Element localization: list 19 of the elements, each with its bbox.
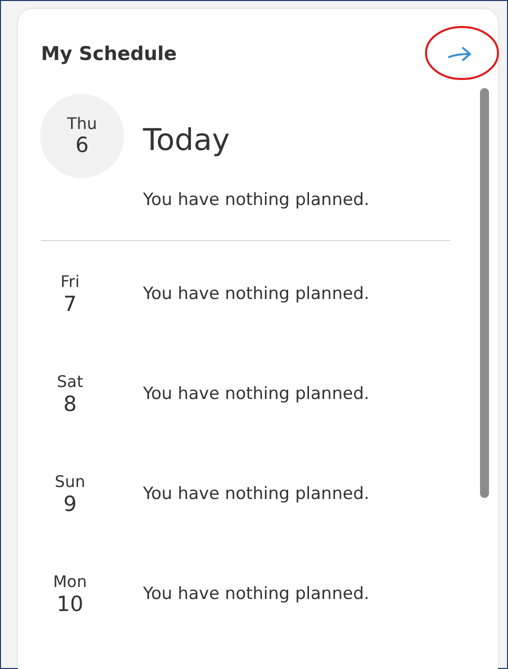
empty-message: You have nothing planned. [143,282,370,306]
empty-message: You have nothing planned. [143,382,370,406]
weekday-label: Mon [53,572,87,592]
date-number: 7 [63,292,77,317]
empty-message: You have nothing planned. [143,190,370,210]
empty-message: You have nothing planned. [143,582,370,606]
date-number: 9 [63,492,77,517]
card-title: My Schedule [41,42,177,67]
weekday-label: Sat [56,372,84,392]
weekday-label: Fri [60,272,80,292]
today-heading: Today [143,122,230,160]
date-number: 6 [75,133,89,158]
weekday-label: Thu [66,114,98,133]
empty-message: You have nothing planned. [143,482,370,506]
scrollbar-thumb[interactable] [480,88,489,498]
date-number: 8 [63,392,77,417]
weekday-label: Sun [54,472,86,492]
date-number: 10 [56,592,84,617]
arrow-right-icon[interactable] [447,45,473,63]
